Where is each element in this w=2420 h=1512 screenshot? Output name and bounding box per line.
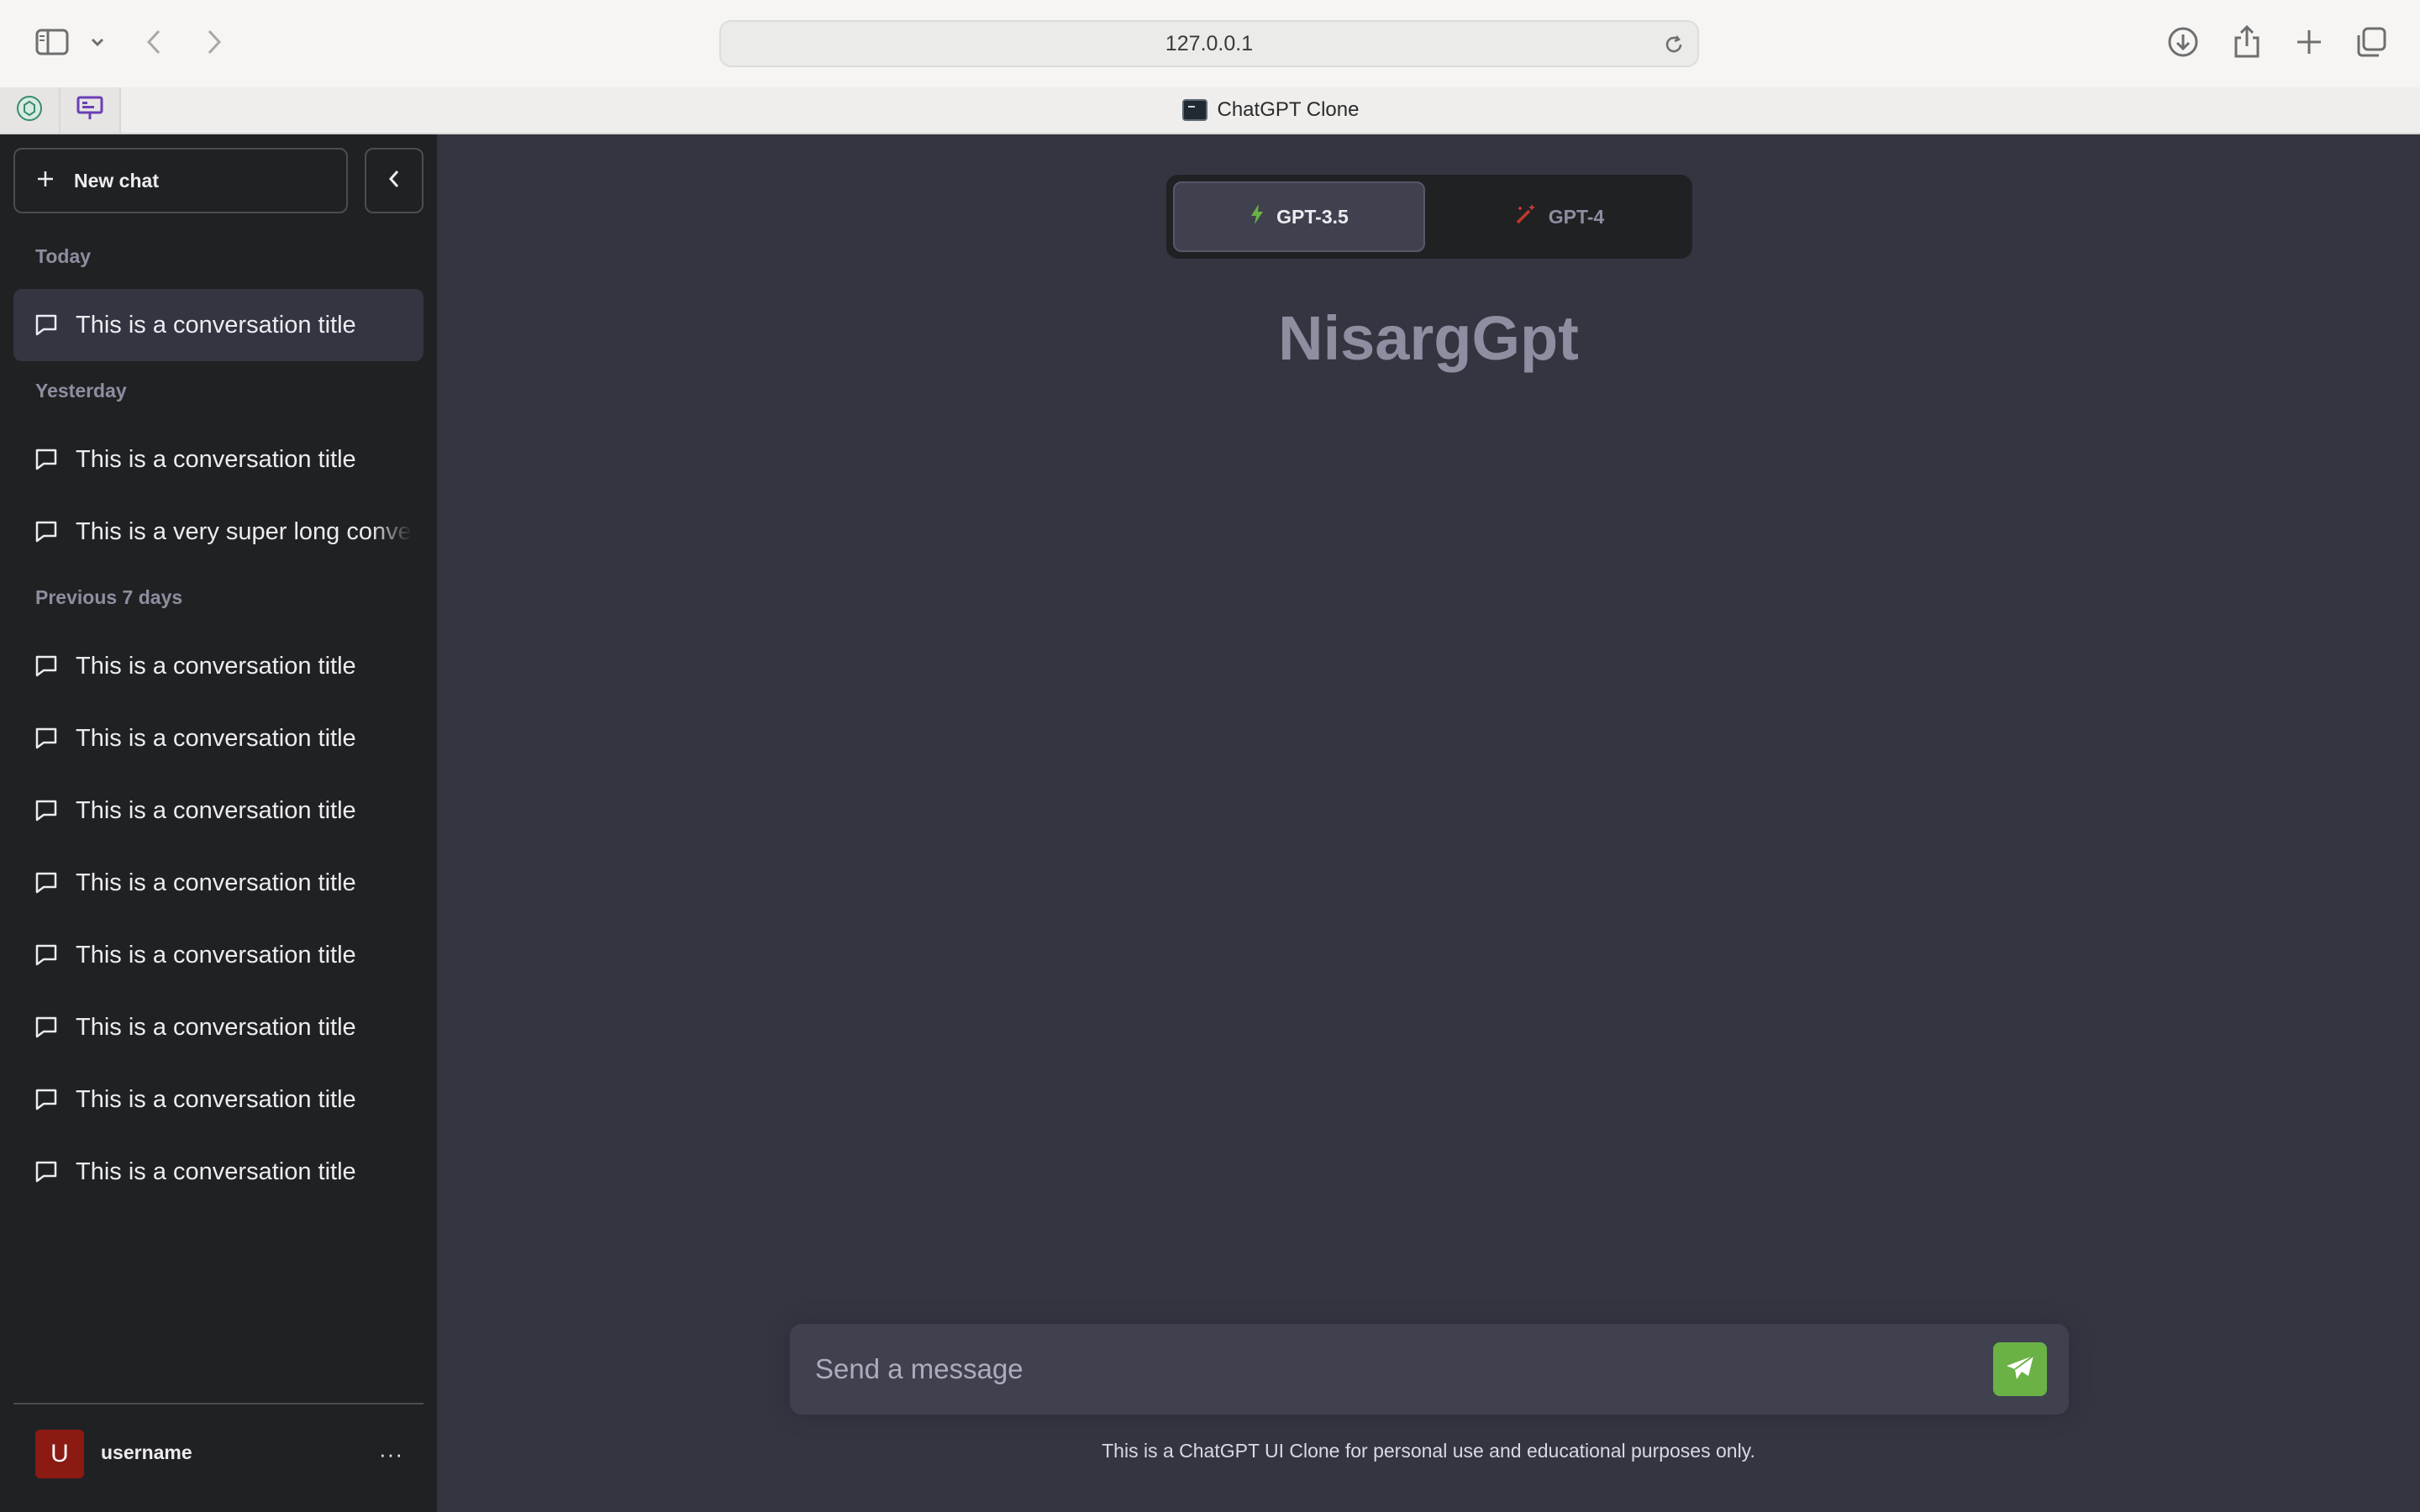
conversation-title: This is a conversation title [76,941,356,969]
send-button[interactable] [1993,1342,2047,1396]
reload-icon[interactable] [1662,33,1686,60]
conversation-item[interactable]: This is a conversation title [13,991,424,1063]
pinned-tab-openai[interactable] [0,87,60,133]
chevron-left-icon [388,169,400,193]
section-label-today: Today [35,245,92,267]
browser-toolbar: 127.0.0.1 [0,0,2420,87]
app: New chat Today This is a conversation ti… [0,134,2420,1512]
conversation-title: This is a conversation title [76,1158,356,1185]
section-label-previous-7-days: Previous 7 days [35,586,183,608]
conversation-item[interactable]: This is a conversation title [13,919,424,991]
conversation-title: This is a conversation title [76,1085,356,1113]
conversation-item[interactable]: This is a conversation title [13,289,424,361]
chevron-down-icon[interactable] [87,32,108,52]
chat-bubble-icon [34,1087,59,1112]
conversation-item[interactable]: This is a conversation title [13,847,424,919]
tab-strip: ChatGPT Clone [0,87,2420,134]
more-options-icon[interactable]: ··· [379,1441,403,1467]
conversation-title: This is a conversation title [76,652,356,680]
message-input[interactable] [815,1324,1975,1415]
back-icon[interactable] [141,27,166,57]
tab-overview-icon[interactable] [2354,25,2388,59]
username: username [101,1441,192,1463]
conversation-title: This is a conversation title [76,796,356,824]
model-label: GPT-4 [1548,205,1605,228]
address-bar[interactable]: 127.0.0.1 [719,20,1699,67]
openai-icon [16,95,43,126]
avatar: U [35,1430,84,1478]
main-panel: GPT-3.5 GPT-4 NisargGpt This is a ChatGP… [437,134,2420,1512]
model-switcher: GPT-3.5 GPT-4 [1166,175,1692,259]
chat-bubble-icon [34,1015,59,1040]
conversation-item[interactable]: This is a conversation title [13,630,424,702]
collapse-sidebar-button[interactable] [365,148,424,213]
magic-wand-icon [1515,203,1537,230]
chat-bubble-icon [34,942,59,968]
conversation-title: This is a conversation title [76,311,356,339]
model-option-gpt-3-5[interactable]: GPT-3.5 [1173,181,1425,252]
section-label-yesterday: Yesterday [35,380,127,402]
plus-icon [37,171,54,192]
sidebar-toggle-icon[interactable] [34,25,71,59]
model-option-gpt-4[interactable]: GPT-4 [1434,181,1686,252]
tab-title: ChatGPT Clone [1217,98,1360,121]
presentation-icon [76,95,104,126]
conversation-title: This is a conversation title [76,724,356,752]
download-icon[interactable] [2166,25,2200,59]
conversation-item[interactable]: This is a conversation title [13,774,424,847]
brand-title: NisargGpt [1278,303,1579,373]
conversation-item[interactable]: This is a conversation title [13,1063,424,1136]
chat-bubble-icon [34,726,59,751]
conversation-title: This is a conversation title [76,869,356,896]
forward-icon[interactable] [202,27,227,57]
conversation-item[interactable]: This is a conversation title [13,702,424,774]
share-icon[interactable] [2230,24,2264,60]
chat-bubble-icon [34,312,59,338]
conversation-title: This is a conversation title [76,445,356,473]
chat-bubble-icon [34,1159,59,1184]
user-menu[interactable]: U username ··· [13,1403,424,1497]
pinned-tab-presentation[interactable] [60,87,121,133]
url-text: 127.0.0.1 [1165,31,1254,55]
conversation-title: This is a conversation title [76,1013,356,1041]
conversation-item[interactable]: This is a conversation title [13,423,424,496]
new-chat-button[interactable]: New chat [13,148,348,213]
chat-bubble-icon [34,654,59,679]
chat-bubble-icon [34,519,59,544]
conversation-item[interactable]: This is a conversation title [13,1136,424,1208]
disclaimer-text: This is a ChatGPT UI Clone for personal … [1102,1440,1755,1462]
new-chat-label: New chat [74,169,159,192]
new-tab-icon[interactable] [2292,25,2326,59]
conversation-title: This is a very super long conversation t… [76,517,412,545]
chat-bubble-icon [34,798,59,823]
active-tab[interactable]: ChatGPT Clone [121,87,2420,133]
paper-plane-icon [2005,1354,2035,1385]
bolt-icon [1249,203,1265,230]
conversation-item[interactable]: This is a very super long conversation t… [13,496,424,568]
chat-bubble-icon [34,447,59,472]
message-composer [790,1324,2069,1415]
terminal-icon [1181,99,1207,121]
chat-bubble-icon [34,870,59,895]
sidebar: New chat Today This is a conversation ti… [0,134,437,1512]
model-label: GPT-3.5 [1276,205,1349,228]
